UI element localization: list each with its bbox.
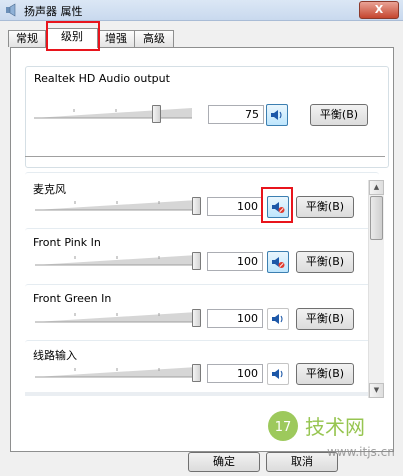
front-green-in-speaker-button[interactable] (267, 308, 289, 330)
ok-button[interactable]: 确定 (188, 452, 260, 472)
front-pink-in-slider-track[interactable] (35, 252, 197, 268)
line-in-label: 线路输入 (33, 349, 77, 362)
tab-advanced[interactable]: 高级 (134, 30, 174, 47)
title-bar: 扬声器 属性 X (0, 0, 403, 21)
front-pink-in-volume-field[interactable]: 100 (207, 252, 263, 271)
speaker-app-icon (6, 3, 16, 17)
line-in-slider-track[interactable] (35, 364, 197, 380)
main-output-speaker-button[interactable] (266, 104, 288, 126)
front-green-in-slider-track[interactable] (35, 309, 197, 325)
microphone-label: 麦克风 (33, 183, 66, 196)
line-in-volume-field[interactable]: 100 (207, 364, 263, 383)
mute-highlight-box (261, 187, 293, 223)
speaker-icon (272, 369, 283, 379)
main-output-balance-button[interactable]: 平衡(B) (310, 104, 368, 126)
scroll-down-arrow-icon[interactable]: ▼ (369, 383, 384, 398)
front-pink-in-balance-button[interactable]: 平衡(B) (296, 251, 354, 273)
front-green-in-balance-button[interactable]: 平衡(B) (296, 308, 354, 330)
microphone-balance-button[interactable]: 平衡(B) (296, 196, 354, 218)
microphone-volume-field[interactable]: 100 (207, 197, 263, 216)
watermark-number: 17 (275, 420, 292, 435)
tab-highlight-box (46, 21, 100, 51)
itjs-watermark-logo: 17 技术网 www.itjs.cn (268, 411, 395, 459)
muted-speaker-icon (272, 257, 285, 268)
line-in-balance-button[interactable]: 平衡(B) (296, 363, 354, 385)
tab-enhancements[interactable]: 增强 (96, 30, 136, 47)
microphone-slider-track[interactable] (35, 197, 197, 213)
scroll-up-arrow-icon[interactable]: ▲ (369, 180, 384, 195)
front-pink-in-label: Front Pink In (33, 236, 101, 249)
input-row-partial (25, 392, 379, 396)
microphone-slider-thumb[interactable] (192, 197, 201, 215)
main-output-group: Realtek HD Audio output 75 平衡(B) (25, 66, 389, 168)
main-output-volume-field[interactable]: 75 (208, 105, 264, 124)
front-pink-in-slider-thumb[interactable] (192, 252, 201, 270)
front-pink-in-mute-button[interactable] (267, 251, 289, 273)
watermark-name: 技术网 (305, 415, 365, 439)
section-separator (25, 156, 385, 157)
window-title: 扬声器 属性 (24, 5, 83, 18)
line-in-slider-thumb[interactable] (192, 364, 201, 382)
line-in-speaker-button[interactable] (267, 363, 289, 385)
tab-general[interactable]: 常规 (8, 30, 46, 47)
main-output-slider-thumb[interactable] (152, 105, 161, 123)
speaker-icon (272, 314, 283, 324)
speaker-icon (271, 110, 282, 120)
main-output-slider-track[interactable] (34, 105, 192, 121)
scrollbar-thumb[interactable] (370, 196, 383, 240)
main-output-label: Realtek HD Audio output (34, 72, 170, 85)
levels-panel: Realtek HD Audio output 75 平衡(B) 麦克风 100… (10, 47, 394, 452)
inputs-scrollbar[interactable]: ▲ ▼ (368, 180, 384, 398)
front-green-in-slider-thumb[interactable] (192, 309, 201, 327)
front-green-in-label: Front Green In (33, 292, 112, 305)
close-button[interactable]: X (359, 1, 399, 19)
front-green-in-volume-field[interactable]: 100 (207, 309, 263, 328)
watermark-url: www.itjs.cn (327, 445, 395, 459)
